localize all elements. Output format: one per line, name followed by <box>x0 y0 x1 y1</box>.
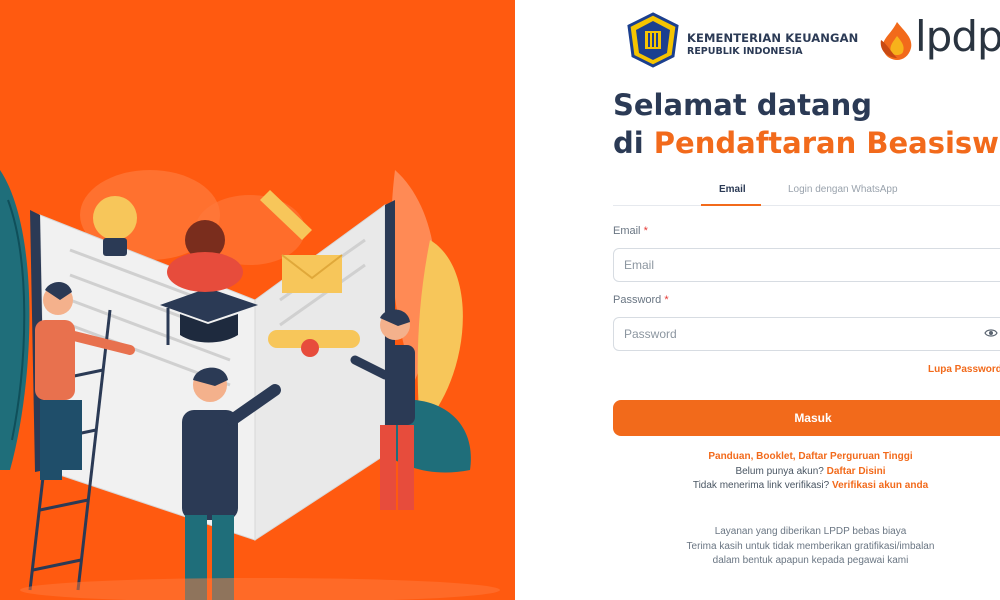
welcome-line1: Selamat datang <box>613 88 872 122</box>
tab-email[interactable]: Email <box>719 184 746 195</box>
password-label-text: Password <box>613 294 662 306</box>
welcome-heading: Selamat datang di Pendaftaran Beasiswa <box>613 86 1000 162</box>
notice-line3: dalam bentuk apapun kepada pegawai kami <box>712 555 909 566</box>
register-link[interactable]: Daftar Disini <box>827 466 886 477</box>
help-links: Panduan, Booklet, Daftar Perguruan Tingg… <box>613 450 1000 494</box>
kemenkeu-line1: KEMENTERIAN KEUANGAN <box>687 31 859 45</box>
notice-line2: Terima kasih untuk tidak memberikan grat… <box>686 540 935 552</box>
notice-line1: Layanan yang diberikan LPDP bebas biaya <box>714 526 907 537</box>
no-verification-text: Tidak menerima link verifikasi? <box>692 480 830 491</box>
password-label: Password * <box>613 294 669 306</box>
no-account-text: Belum punya akun? <box>735 465 824 477</box>
password-input[interactable] <box>613 317 1000 351</box>
active-tab-indicator <box>701 204 761 206</box>
eye-icon[interactable] <box>984 326 998 340</box>
verify-account-link[interactable]: Verifikasi akun anda <box>832 480 928 491</box>
hero-illustration-panel <box>0 0 515 600</box>
tab-login-whatsapp[interactable]: Login dengan WhatsApp <box>788 184 898 195</box>
lpdp-flame-icon <box>880 22 912 60</box>
email-required-mark: * <box>643 225 648 237</box>
login-button[interactable]: Masuk <box>613 400 1000 436</box>
logo-bar: KEMENTERIAN KEUANGAN REPUBLIK INDONESIA … <box>625 10 1000 70</box>
lpdp-wordmark: lpdp <box>915 12 1000 61</box>
forgot-password-link[interactable]: Lupa Password? <box>928 364 1000 375</box>
welcome-line2: di Pendaftaran Beasiswa <box>613 124 1000 162</box>
free-service-notice: Layanan yang diberikan LPDP bebas biaya … <box>613 525 1000 569</box>
kemenkeu-emblem-icon <box>627 12 679 68</box>
email-input[interactable] <box>613 248 1000 282</box>
password-required-mark: * <box>664 294 669 306</box>
kemenkeu-wordmark: KEMENTERIAN KEUANGAN REPUBLIK INDONESIA <box>687 31 859 57</box>
welcome-line2-accent: Pendaftaran Beasiswa <box>653 126 1000 160</box>
lpdp-logo: lpdp <box>877 10 1000 70</box>
email-label: Email * <box>613 225 648 237</box>
guides-link[interactable]: Panduan, Booklet, Daftar Perguruan Tingg… <box>708 451 912 462</box>
login-panel: KEMENTERIAN KEUANGAN REPUBLIK INDONESIA … <box>515 0 1000 600</box>
login-method-tabs: Email Login dengan WhatsApp <box>613 176 1000 206</box>
education-illustration <box>0 170 500 600</box>
email-label-text: Email <box>613 225 641 237</box>
kemenkeu-line2: REPUBLIK INDONESIA <box>687 45 803 57</box>
welcome-line2-prefix: di <box>613 126 654 160</box>
